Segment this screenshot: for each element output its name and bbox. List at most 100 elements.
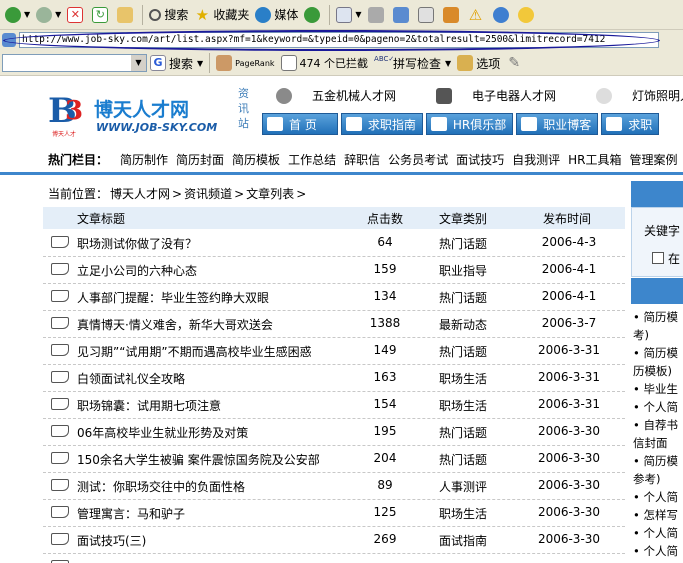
media-button[interactable]: 媒体 [252, 3, 301, 27]
spellcheck-button[interactable]: ABC✓ 拼写检查 ▼ [371, 51, 454, 75]
table-row[interactable]: 职场锦囊：试用期七项注意 154 职场生活 2006-3-31 [43, 392, 625, 419]
nav-tab-career-blog[interactable]: 职业博客 [516, 113, 599, 135]
history-button[interactable] [301, 3, 326, 27]
table-row[interactable]: 职场测试你做了没有？ 64 热门话题 2006-4-3 [43, 230, 625, 257]
pagerank-button[interactable]: PageRank [213, 51, 277, 75]
table-row[interactable]: 立足小公司的六种心态 159 职业指导 2006-4-1 [43, 257, 625, 284]
nav-tab-job-guide[interactable]: 求职指南 [340, 113, 423, 135]
article-category[interactable]: 职场生活 [439, 397, 487, 414]
google-search-button[interactable]: G 搜索 ▼ [147, 51, 206, 75]
article-category[interactable]: 热门话题 [439, 289, 487, 306]
sidebar-list-item[interactable]: • 个人简 [631, 524, 683, 542]
sidebar-list-item[interactable]: • 怎样写 [631, 506, 683, 524]
article-category[interactable]: 热门话题 [439, 424, 487, 441]
table-row[interactable] [43, 554, 625, 563]
hot-link-civil-exam[interactable]: 公务员考试 [388, 151, 448, 168]
article-title[interactable]: 面试技巧(三) [77, 532, 146, 549]
article-category[interactable]: 人事测评 [439, 478, 487, 495]
warning-button[interactable]: ⚠ [465, 3, 490, 27]
article-category[interactable]: 职业指导 [439, 262, 487, 279]
article-category[interactable]: 热门话题 [439, 451, 487, 468]
sidebar: 关键字 在 • 简历模 考) • 简历模 历模板) • 毕业生 • 个人简 • 自荐书 信封面… [631, 181, 683, 563]
sidebar-list-item[interactable]: 考) [631, 326, 683, 344]
article-category[interactable]: 职场生活 [439, 370, 487, 387]
article-title[interactable]: 职场测试你做了没有？ [77, 235, 197, 252]
discuss-button[interactable] [415, 3, 440, 27]
print-button[interactable] [365, 3, 390, 27]
article-category[interactable]: 面试指南 [439, 532, 487, 549]
plugin-button[interactable] [490, 3, 515, 27]
search-button[interactable]: 搜索 [146, 3, 191, 27]
breadcrumb-home[interactable]: 博天人才网 [110, 187, 170, 201]
sidebar-list-item[interactable]: • 个人简 [631, 398, 683, 416]
table-row[interactable]: 白领面试礼仪全攻略 163 职场生活 2006-3-31 [43, 365, 625, 392]
hot-link-management-cases[interactable]: 管理案例 [630, 151, 678, 168]
stop-button[interactable]: ✕ [64, 3, 89, 27]
article-title[interactable]: 06年高校毕业生就业形势及对策 [77, 424, 248, 441]
top-link-lighting[interactable]: 灯饰照明人才网 [596, 87, 683, 104]
hot-link-resume-cover[interactable]: 简历封面 [176, 151, 224, 168]
table-row[interactable]: 测试：你职场交往中的负面性格 89 人事测评 2006-3-30 [43, 473, 625, 500]
nav-tab-home[interactable]: 首 页 [262, 113, 338, 135]
table-row[interactable]: 06年高校毕业生就业形势及对策 195 热门话题 2006-3-30 [43, 419, 625, 446]
article-title[interactable]: 150余名大学生被骗 案件震惊国务院及公安部 [77, 451, 320, 468]
smiley-button[interactable] [515, 3, 540, 27]
site-logo[interactable]: B 3 博天人才网 WWW.JOB-SKY.COM 博天人才 [48, 91, 228, 139]
article-category[interactable]: 职场生活 [439, 505, 487, 522]
hot-link-hr-tools[interactable]: HR工具箱 [568, 151, 621, 168]
table-row[interactable]: 150余名大学生被骗 案件震惊国务院及公安部 204 热门话题 2006-3-30 [43, 446, 625, 473]
table-row[interactable]: 面试技巧(三) 269 面试指南 2006-3-30 [43, 527, 625, 554]
sidebar-list-item[interactable]: • 简历模 [631, 344, 683, 362]
sidebar-list-item[interactable]: • 自荐书 [631, 416, 683, 434]
table-row[interactable]: 人事部门提醒：毕业生签约睁大双眼 134 热门话题 2006-4-1 [43, 284, 625, 311]
article-category[interactable]: 最新动态 [439, 316, 487, 333]
sidebar-list-item[interactable]: 信封面 [631, 434, 683, 452]
nav-tab-job[interactable]: 求职 [601, 113, 660, 135]
table-row[interactable]: 见习期”“试用期”不期而遇高校毕业生感困惑 149 热门话题 2006-3-31 [43, 338, 625, 365]
mail-button[interactable]: ▼ [333, 3, 364, 27]
home-button[interactable] [114, 3, 139, 27]
top-link-hardware[interactable]: 五金机械人才网 [276, 87, 416, 104]
hot-link-interview-tips[interactable]: 面试技巧 [456, 151, 504, 168]
edit-button[interactable] [390, 3, 415, 27]
sidebar-header [631, 181, 683, 207]
header-category: 文章类别 [439, 212, 488, 226]
options-button[interactable]: 选项 [454, 51, 503, 75]
article-category[interactable]: 热门话题 [439, 343, 487, 360]
article-title[interactable]: 职场锦囊：试用期七项注意 [77, 397, 221, 414]
top-link-electronics[interactable]: 电子电器人才网 [436, 87, 576, 104]
table-row[interactable]: 管理寓言：马和驴子 125 职场生活 2006-3-30 [43, 500, 625, 527]
sidebar-list-item[interactable]: • 个人简 [631, 488, 683, 506]
favorites-button[interactable]: ★ 收藏夹 [191, 3, 252, 27]
hot-link-resume-template[interactable]: 简历模板 [232, 151, 280, 168]
article-title[interactable]: 测试：你职场交往中的负面性格 [77, 478, 245, 495]
article-title[interactable]: 白领面试礼仪全攻略 [77, 370, 185, 387]
sidebar-list-item[interactable]: 历模板) [631, 362, 683, 380]
sidebar-list-item[interactable]: • 简历模 [631, 452, 683, 470]
nav-tab-hr-club[interactable]: HR俱乐部 [425, 113, 514, 135]
google-search-box[interactable]: ▼ [2, 54, 147, 72]
article-title[interactable]: 真情博天·情义难舍，新华大哥欢送会 [77, 316, 273, 333]
popup-blocker-button[interactable]: 474 个已拦截 [278, 51, 372, 75]
article-category[interactable]: 热门话题 [439, 235, 487, 252]
table-row[interactable]: 真情博天·情义难舍，新华大哥欢送会 1388 最新动态 2006-3-7 [43, 311, 625, 338]
article-title[interactable]: 管理寓言：马和驴子 [77, 505, 185, 522]
forward-button[interactable]: ▼ [33, 3, 64, 27]
hot-link-resignation[interactable]: 辞职信 [344, 151, 380, 168]
refresh-button[interactable]: ↻ [89, 3, 114, 27]
sidebar-list-item[interactable]: • 毕业生 [631, 380, 683, 398]
article-title[interactable]: 人事部门提醒：毕业生签约睁大双眼 [77, 289, 269, 306]
back-button[interactable]: ▼ [2, 3, 33, 27]
hot-link-resume-making[interactable]: 简历制作 [120, 151, 168, 168]
messenger-button[interactable] [440, 3, 465, 27]
search-checkbox[interactable] [652, 252, 664, 264]
article-title[interactable]: 立足小公司的六种心态 [77, 262, 197, 279]
highlight-button[interactable]: ✎ [503, 51, 528, 75]
hot-link-work-summary[interactable]: 工作总结 [288, 151, 336, 168]
hot-link-self-assessment[interactable]: 自我测评 [512, 151, 560, 168]
article-title[interactable]: 见习期”“试用期”不期而遇高校毕业生感困惑 [77, 343, 312, 360]
breadcrumb-channel[interactable]: 资讯频道 [184, 187, 232, 201]
sidebar-list-item[interactable]: • 个人简 [631, 542, 683, 560]
sidebar-list-item[interactable]: • 简历模 [631, 308, 683, 326]
sidebar-list-item[interactable]: 参考) [631, 470, 683, 488]
